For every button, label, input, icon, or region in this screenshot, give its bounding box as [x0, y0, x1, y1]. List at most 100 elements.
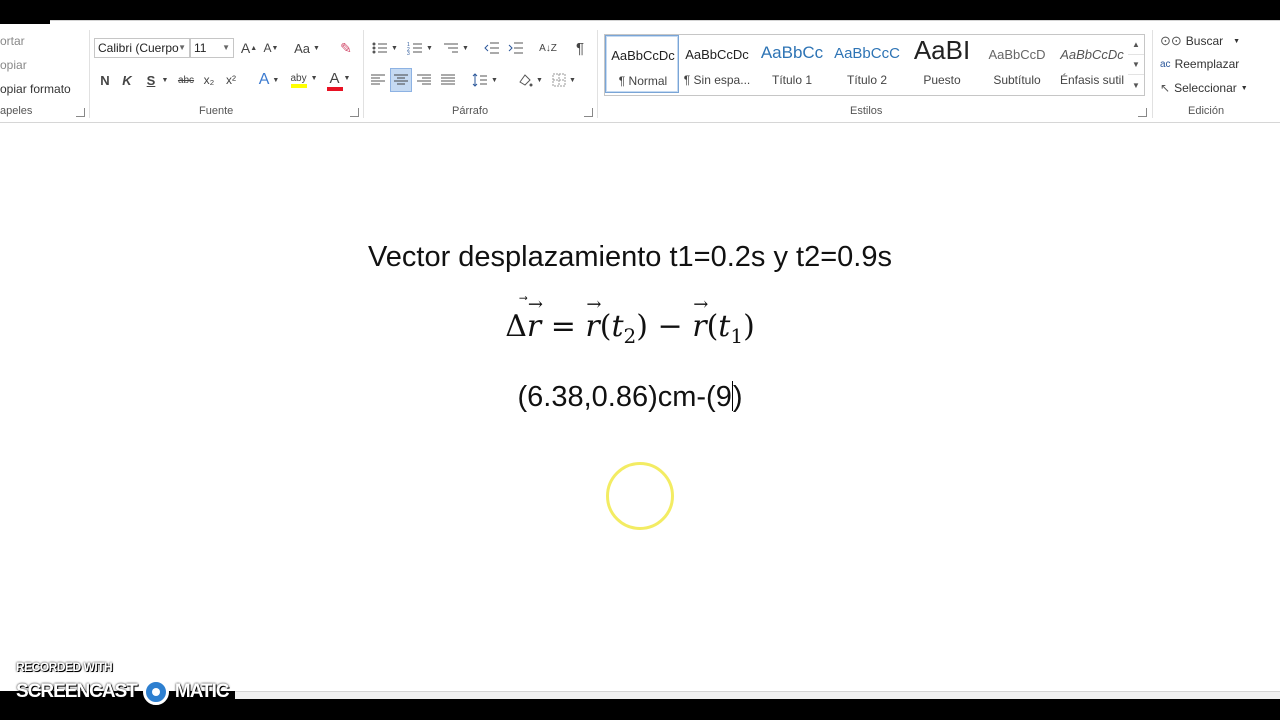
style-subtle-emphasis[interactable]: AaBbCcDc Énfasis sutil [1055, 35, 1129, 93]
justify-icon[interactable] [438, 70, 458, 90]
select-label: Seleccionar [1174, 81, 1237, 95]
styles-group-label: Estilos [850, 105, 883, 117]
shrink-font-button[interactable]: A ▼ [262, 38, 280, 58]
horizontal-scrollbar[interactable] [235, 691, 1280, 699]
font-size-value: 11 [194, 41, 207, 55]
document-page[interactable]: Vector desplazamiento t1=0.2s y t2=0.9s … [0, 123, 1280, 691]
cut-button[interactable]: ortar [0, 34, 25, 48]
strikethrough-button[interactable]: abc [175, 70, 197, 90]
style-normal[interactable]: AaBbCcDc ¶ Normal [605, 35, 679, 93]
font-launcher-icon[interactable] [350, 108, 359, 117]
format-painter-button[interactable]: opiar formato [0, 82, 71, 96]
font-family-value: Calibri (Cuerpo [98, 41, 179, 55]
decrease-indent-icon[interactable] [482, 38, 502, 58]
sort-icon[interactable]: A↓Z [538, 38, 558, 58]
paragraph-launcher-icon[interactable] [584, 108, 593, 117]
replace-button[interactable]: ac Reemplazar [1160, 57, 1239, 71]
style-sample: AaBbCcDc [685, 47, 749, 62]
find-label: Buscar [1185, 34, 1224, 48]
document-title-line[interactable]: Vector desplazamiento t1=0.2s y t2=0.9s [0, 241, 1260, 274]
chevron-down-icon: ▼ [178, 43, 186, 52]
group-separator [89, 30, 90, 118]
align-center-icon[interactable] [390, 68, 412, 92]
styles-gallery[interactable]: AaBbCcDc ¶ Normal AaBbCcDc ¶ Sin espa...… [604, 34, 1130, 96]
gallery-down-icon[interactable]: ▼ [1128, 55, 1144, 75]
eq-t: t [718, 309, 731, 344]
eq-equals: = [541, 309, 586, 344]
find-button[interactable]: ⊙⊙ Buscar ▼ [1160, 33, 1240, 49]
style-title[interactable]: AaBI Puesto [905, 35, 979, 93]
clipboard-group-label: apeles [0, 105, 33, 117]
clear-formatting-icon[interactable]: ✎ [336, 38, 356, 58]
line-spacing-icon[interactable]: ▼ [470, 70, 500, 90]
group-separator [363, 30, 364, 118]
watermark-recorded-with: RECORDED WITH [16, 660, 113, 674]
align-right-icon[interactable] [414, 70, 434, 90]
equation-line[interactable]: Δ⃗→ r = → r(t2) − → r(t1) [0, 294, 1260, 348]
increase-indent-icon[interactable] [506, 38, 526, 58]
style-sample: AaBbCc [760, 43, 824, 62]
style-sample: AaBbCcD [988, 47, 1046, 62]
editing-group-label: Edición [1188, 105, 1225, 117]
value-line[interactable]: (6.38,0.86)cm-(9) [0, 381, 1260, 414]
italic-button[interactable]: K [118, 70, 136, 90]
vector-arrow-icon: → [586, 294, 602, 315]
style-name: ¶ Sin espa... [683, 73, 751, 87]
borders-icon[interactable]: ▼ [548, 70, 580, 90]
eq-paren: ( [599, 309, 612, 344]
select-button[interactable]: ↖ Seleccionar ▼ [1160, 81, 1248, 95]
underline-dropdown-icon[interactable]: ▼ [160, 70, 170, 90]
grow-font-button[interactable]: A ▲ [240, 38, 258, 58]
eq-sub-1: 1 [730, 324, 744, 348]
eq-paren: ) [636, 309, 648, 344]
watermark-right: MATIC [174, 681, 230, 702]
style-subtitle[interactable]: AaBbCcD Subtítulo [980, 35, 1054, 93]
style-sample: AaBI [913, 35, 971, 65]
style-no-spacing[interactable]: AaBbCcDc ¶ Sin espa... [680, 35, 754, 93]
align-left-icon[interactable] [368, 70, 388, 90]
clipboard-launcher-icon[interactable] [76, 108, 85, 117]
style-heading-2[interactable]: AaBbCcC Título 2 [830, 35, 904, 93]
underline-button[interactable]: S [142, 70, 160, 90]
style-heading-1[interactable]: AaBbCc Título 1 [755, 35, 829, 93]
eq-vector-r: → r [692, 294, 709, 344]
show-marks-button[interactable]: ¶ [570, 38, 590, 58]
paragraph-group-label: Párrafo [452, 105, 489, 117]
vector-arrow-icon: ⃗→ [527, 294, 543, 315]
highlight-button[interactable]: aby ▼ [288, 68, 320, 92]
eq-vector-r: → r [585, 294, 602, 344]
styles-gallery-scroll: ▲ ▼ ▼ [1128, 34, 1145, 96]
eq-paren: ( [706, 309, 719, 344]
font-family-combo[interactable]: Calibri (Cuerpo ▼ [94, 38, 190, 58]
eq-sub-2: 2 [623, 324, 637, 348]
cursor-arrow-icon: ↖ [1160, 81, 1171, 95]
eq-paren: ) [743, 309, 755, 344]
multilevel-list-icon[interactable]: ▼ [440, 38, 472, 58]
mouse-highlight-ring [606, 462, 674, 530]
ribbon-home: ortar opiar opiar formato apeles Calibri… [0, 24, 1280, 123]
watermark-screencast-o-matic: SCREENCAST MATIC [16, 679, 230, 705]
shading-icon[interactable]: ▼ [514, 70, 546, 90]
copy-button[interactable]: opiar [0, 58, 27, 72]
font-group-label: Fuente [199, 105, 234, 117]
style-name: Puesto [923, 73, 961, 87]
bold-button[interactable]: N [96, 70, 114, 90]
gallery-up-icon[interactable]: ▲ [1128, 35, 1144, 55]
chevron-down-icon: ▼ [1233, 37, 1241, 45]
gallery-more-icon[interactable]: ▼ [1128, 75, 1144, 95]
superscript-button[interactable]: x² [222, 70, 240, 90]
chevron-down-icon: ▼ [1240, 84, 1248, 92]
style-name: Subtítulo [993, 73, 1041, 87]
font-size-combo[interactable]: 11 ▼ [190, 38, 234, 58]
styles-launcher-icon[interactable] [1138, 108, 1147, 117]
style-sample: AaBbCcDc [611, 48, 675, 63]
bullets-icon[interactable]: ▼ [370, 38, 400, 58]
group-separator [597, 30, 598, 118]
text-effects-icon[interactable]: A ▼ [254, 70, 284, 90]
numbering-icon[interactable]: 1 2 3 ▼ [404, 38, 436, 58]
font-color-label: A [329, 69, 340, 87]
subscript-button[interactable]: x₂ [200, 70, 218, 90]
style-name: Énfasis sutil [1059, 73, 1125, 87]
font-color-button[interactable]: A ▼ [324, 68, 356, 92]
change-case-button[interactable]: Aa ▼ [292, 38, 322, 58]
